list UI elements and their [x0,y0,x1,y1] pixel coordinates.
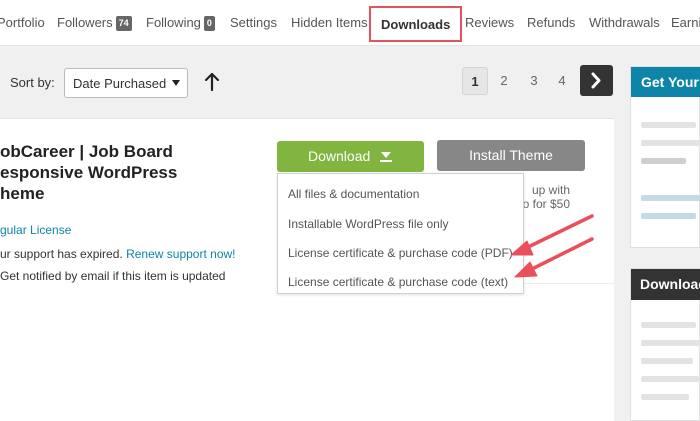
menu-item-label: Installable WordPress file only [288,217,449,231]
menu-item-installable-wordpress-file[interactable]: Installable WordPress file only [288,217,449,231]
page-number: 3 [530,73,538,88]
downloads-main: Sort by: Date Purchased 1 2 3 4 obCareer… [0,46,614,421]
tab-followers[interactable]: Followers 74 [57,0,132,46]
menu-item-license-text[interactable]: License certificate & purchase code (tex… [288,275,508,289]
tab-hidden-items-label: Hidden Items [291,15,368,30]
chevron-right-icon [591,72,601,89]
blurred-text [641,376,699,382]
menu-item-label: All files & documentation [288,187,420,201]
tab-withdrawals-label: Withdrawals [589,15,660,30]
download-button-label: Download [308,148,371,164]
blurred-text [641,158,686,164]
tab-following-label: Following [146,15,201,30]
sort-select-value: Date Purchased [73,76,167,91]
license-link[interactable]: gular License [0,223,71,237]
tab-downloads-label: Downloads [381,17,451,32]
page-2-button[interactable]: 2 [491,67,517,95]
renew-support-link[interactable]: Renew support now! [126,247,235,261]
support-expired-text: ur support has expired. [0,247,123,261]
purchase-item-card: obCareer | Job Board esponsive WordPress… [0,118,614,421]
item-title-line: obCareer | Job Board [0,142,173,161]
page-number: 2 [500,73,508,88]
divider [524,283,614,284]
menu-item-label: License certificate & purchase code (PDF… [288,246,513,260]
sort-bar: Sort by: Date Purchased 1 2 3 4 [0,46,614,118]
sidebar-box-title: Get Your [631,67,700,97]
page-1-button[interactable]: 1 [462,67,488,95]
page-number: 4 [558,73,566,88]
blurred-link [641,213,696,219]
tab-settings-label: Settings [230,15,277,30]
page-number: 1 [471,74,479,89]
tab-earnings[interactable]: Earni [671,0,700,46]
blurred-text [641,394,689,400]
sort-select[interactable]: Date Purchased [64,68,188,98]
page-3-button[interactable]: 3 [521,67,547,95]
install-theme-label: Install Theme [469,147,553,163]
profile-tab-bar: Portfolio Followers 74 Following 0 Setting… [0,0,700,46]
tab-settings[interactable]: Settings [230,0,277,46]
following-count-badge: 0 [203,16,215,31]
tab-followers-label: Followers [57,15,113,30]
tab-following[interactable]: Following 0 [146,0,215,46]
download-dropdown-menu: All files & documentation Installable Wo… [277,173,524,294]
followers-count-badge: 74 [115,16,132,31]
item-title-line: esponsive WordPress [0,163,178,182]
sort-label: Sort by: [10,75,55,90]
next-page-button[interactable] [580,65,613,96]
blurred-text [641,340,700,346]
blurred-text [641,140,700,146]
notify-option[interactable]: Get notified by email if this item is up… [0,269,225,283]
support-status: ur support has expired. Renew support no… [0,247,236,261]
tab-withdrawals[interactable]: Withdrawals [589,0,660,46]
tab-portfolio-label: Portfolio [0,15,45,30]
chevron-down-icon [172,80,180,86]
tab-refunds-label: Refunds [527,15,576,30]
tab-hidden-items[interactable]: Hidden Items [291,0,368,46]
blurred-text [641,322,696,328]
sidebar-box-get-your: Get Your [630,66,700,248]
page-4-button[interactable]: 4 [549,67,575,95]
menu-item-license-pdf[interactable]: License certificate & purchase code (PDF… [288,246,513,260]
blurred-text [641,122,696,128]
blurred-text [641,358,693,364]
tab-earnings-label: Earni [671,15,700,30]
sidebar-box-title: Download [631,269,700,300]
tab-portfolio[interactable]: Portfolio [0,0,45,46]
menu-item-label: License certificate & purchase code (tex… [288,275,509,289]
sort-direction-up-icon[interactable] [204,72,220,92]
install-theme-button[interactable]: Install Theme [437,140,585,171]
notify-label: Get notified by email if this item is up… [0,269,226,283]
item-title[interactable]: obCareer | Job Board esponsive WordPress… [0,141,240,204]
tab-reviews-label: Reviews [465,15,515,30]
download-arrow-icon [380,152,392,162]
tab-reviews[interactable]: Reviews [465,0,514,46]
sidebar-box-download: Download [630,268,700,421]
tab-downloads[interactable]: Downloads [369,6,463,42]
blurred-link [641,195,700,201]
menu-item-all-files[interactable]: All files & documentation [288,187,419,201]
download-button[interactable]: Download [277,141,424,172]
tab-refunds[interactable]: Refunds [527,0,575,46]
item-title-line: heme [0,184,45,203]
